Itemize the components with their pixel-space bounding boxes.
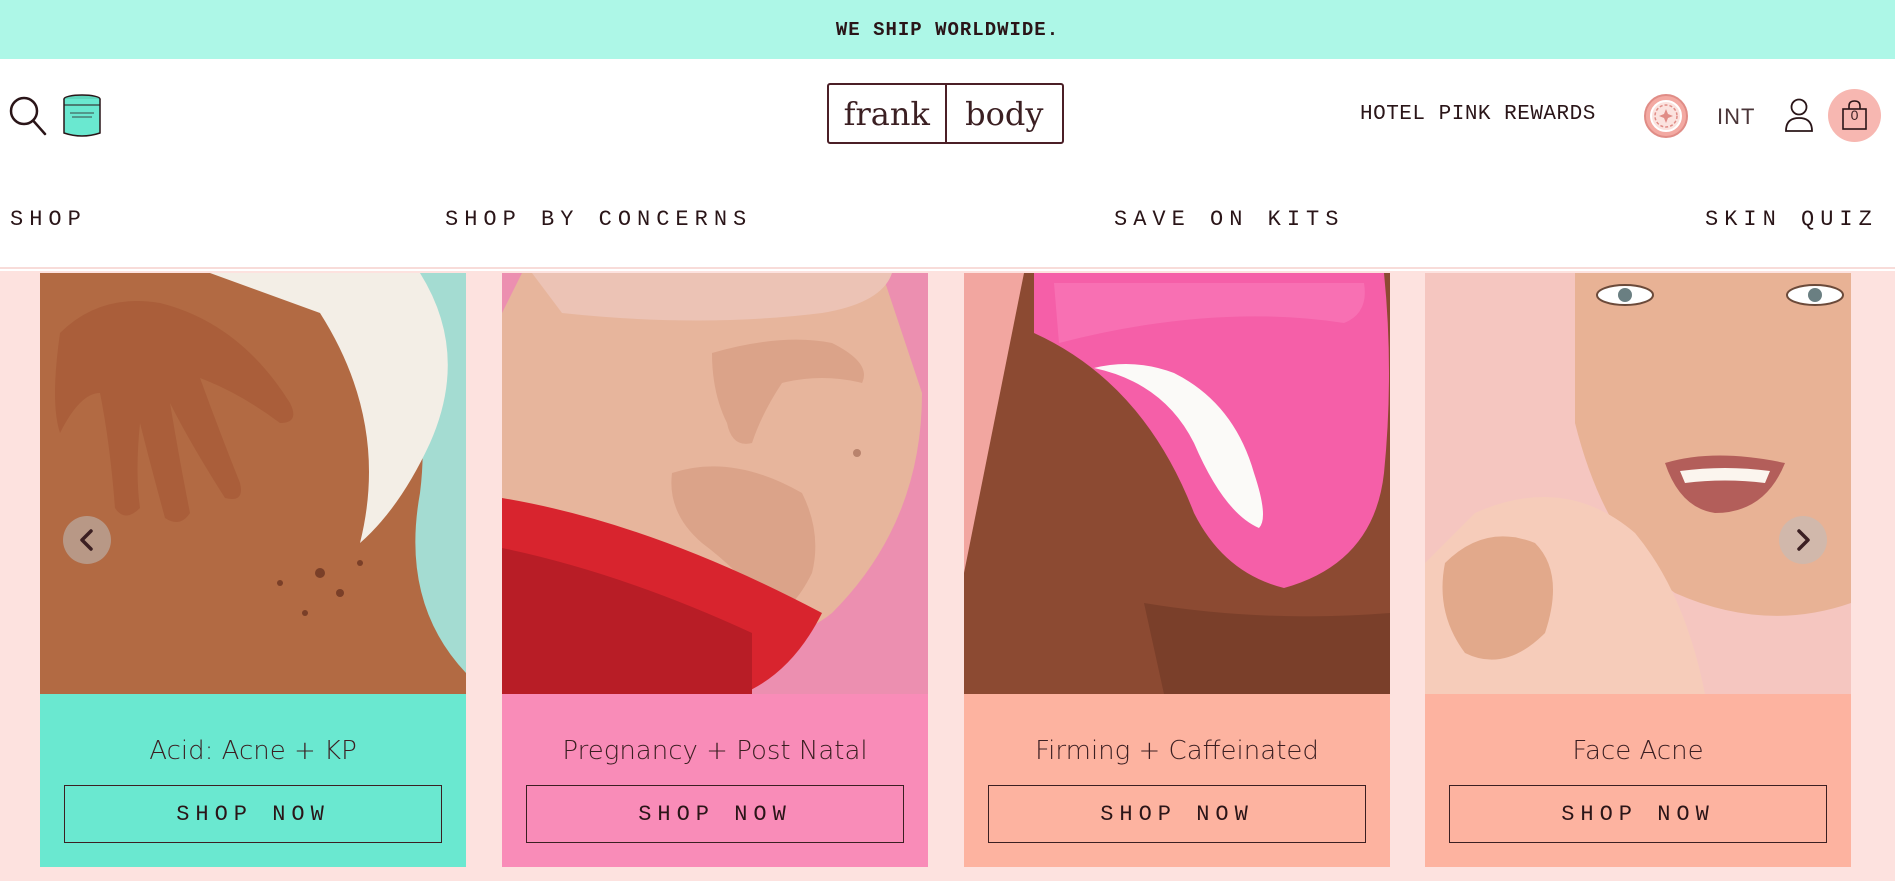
announcement-text: WE SHIP WORLDWIDE. (835, 18, 1060, 41)
shop-now-button[interactable]: SHOP NOW (1449, 785, 1827, 843)
carousel-card: Face Acne SHOP NOW (1425, 273, 1851, 867)
logo-left-text: frank (843, 94, 930, 133)
logo-right-text: body (944, 85, 1063, 142)
concerns-carousel: Acid: Acne + KP SHOP NOW Pregnancy + Pos… (0, 271, 1895, 881)
card-body: Firming + Caffeinated SHOP NOW (964, 694, 1390, 867)
site-logo[interactable]: frank body (827, 83, 1064, 144)
main-nav: SHOP SHOP BY CONCERNS SAVE ON KITS SKIN … (0, 171, 1895, 269)
carousel-prev-button[interactable] (63, 516, 111, 564)
account-icon[interactable] (1784, 97, 1814, 133)
rewards-link[interactable]: HOTEL PINK REWARDS (1360, 103, 1596, 126)
carousel-card: Pregnancy + Post Natal SHOP NOW (502, 273, 928, 867)
card-title: Pregnancy + Post Natal (562, 736, 868, 766)
nav-item-shop[interactable]: SHOP (10, 207, 87, 232)
shop-now-button[interactable]: SHOP NOW (988, 785, 1366, 843)
carousel-card: Firming + Caffeinated SHOP NOW (964, 273, 1390, 867)
shop-now-button[interactable]: SHOP NOW (526, 785, 904, 843)
card-image-firming[interactable] (964, 273, 1390, 694)
card-image-pregnancy[interactable] (502, 273, 928, 694)
card-body: Pregnancy + Post Natal SHOP NOW (502, 694, 928, 867)
cart-count: 0 (1850, 107, 1859, 123)
nav-item-save-on-kits[interactable]: SAVE ON KITS (1114, 207, 1344, 232)
card-body: Face Acne SHOP NOW (1425, 694, 1851, 867)
card-title: Firming + Caffeinated (1035, 736, 1319, 766)
card-image-acid[interactable] (40, 273, 466, 694)
chevron-left-icon (80, 529, 93, 551)
announcement-bar: WE SHIP WORLDWIDE. (0, 0, 1895, 59)
shop-now-button[interactable]: SHOP NOW (64, 785, 442, 843)
rewards-badge-icon[interactable] (1643, 93, 1689, 139)
nav-item-skin-quiz[interactable]: SKIN QUIZ (1705, 207, 1878, 232)
card-title: Acid: Acne + KP (149, 736, 357, 766)
cart-button[interactable]: 0 (1828, 89, 1881, 142)
chevron-right-icon (1797, 529, 1810, 551)
card-title: Face Acne (1572, 736, 1704, 766)
nav-item-shop-by-concerns[interactable]: SHOP BY CONCERNS (445, 207, 752, 232)
jar-icon[interactable] (62, 93, 102, 139)
card-body: Acid: Acne + KP SHOP NOW (40, 694, 466, 867)
region-selector[interactable]: INT (1717, 104, 1755, 130)
search-icon[interactable] (8, 95, 48, 137)
carousel-card: Acid: Acne + KP SHOP NOW (40, 273, 466, 867)
carousel-next-button[interactable] (1779, 516, 1827, 564)
site-header: frank body HOTEL PINK REWARDS INT 0 (0, 59, 1895, 171)
card-image-face-acne[interactable] (1425, 273, 1851, 694)
